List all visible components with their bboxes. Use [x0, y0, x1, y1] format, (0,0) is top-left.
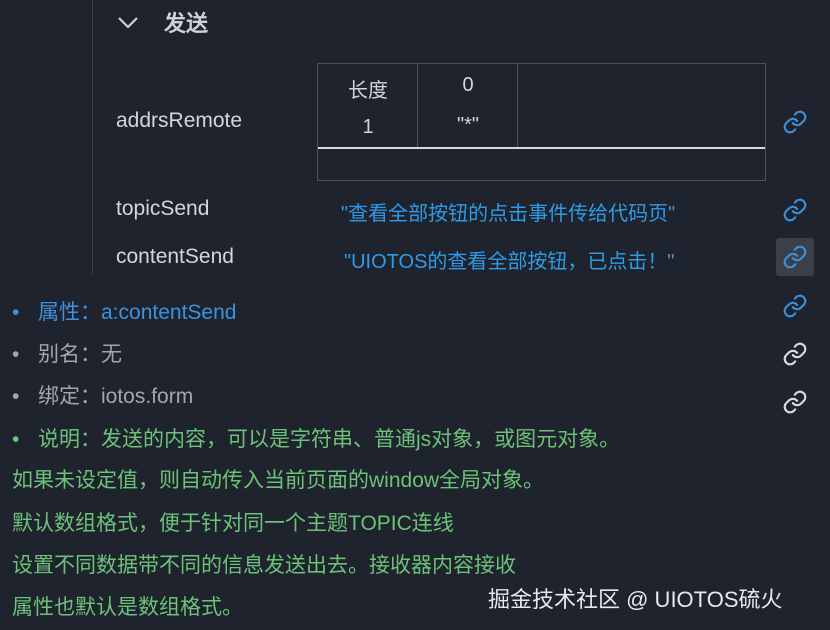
tooltip-description-line: 设置不同数据带不同的信息发送出去。接收器内容接收	[12, 554, 516, 577]
table-row-divider	[318, 147, 765, 149]
table-header-length: 长度	[348, 80, 388, 102]
watermark: 掘金技术社区 @ UIOTOS硫火	[488, 587, 783, 612]
contentsend-value[interactable]: "UIOTOS的查看全部按钮，已点击！"	[344, 245, 675, 274]
tooltip-description-line: 如果未设定值，则自动传入当前页面的window全局对象。	[12, 469, 545, 492]
table-cell-length[interactable]: 1	[318, 116, 418, 139]
tooltip-description: • 说明：发送的内容，可以是字符串、普通js对象，或图元对象。	[12, 428, 621, 451]
topicsend-value[interactable]: "查看全部按钮的点击事件传给代码页"	[341, 197, 675, 226]
link-icon[interactable]	[781, 108, 809, 136]
addrsremote-array-table[interactable]: 长度 0 1 "*"	[317, 63, 766, 181]
tooltip-description-line: 属性也默认是数组格式。	[12, 596, 243, 619]
table-header-index: 0	[462, 74, 474, 96]
link-icon[interactable]	[781, 340, 809, 368]
property-tooltip: • 属性：a:contentSend • 别名：无 • 绑定：iotos.form •…	[0, 282, 775, 630]
link-icon[interactable]	[781, 196, 809, 224]
prop-name-contentsend: contentSend	[116, 245, 234, 268]
tooltip-alias: • 别名：无	[12, 343, 122, 366]
send-section-header[interactable]: 发送	[116, 6, 208, 38]
chevron-down-icon[interactable]	[116, 10, 140, 34]
tree-indent-line	[92, 0, 93, 275]
prop-name-addrsremote: addrsRemote	[116, 109, 243, 132]
tooltip-binding: • 绑定：iotos.form	[12, 385, 194, 408]
link-icon[interactable]	[781, 292, 809, 320]
section-title: 发送	[164, 11, 209, 36]
link-icon[interactable]	[781, 388, 809, 416]
prop-name-topicsend: topicSend	[116, 197, 210, 220]
link-icon[interactable]	[776, 238, 814, 276]
tooltip-description-line: 默认数组格式，便于针对同一个主题TOPIC连线	[12, 512, 454, 535]
table-cell-value[interactable]: "*"	[418, 114, 518, 137]
tooltip-attribute: • 属性：a:contentSend	[12, 301, 237, 324]
